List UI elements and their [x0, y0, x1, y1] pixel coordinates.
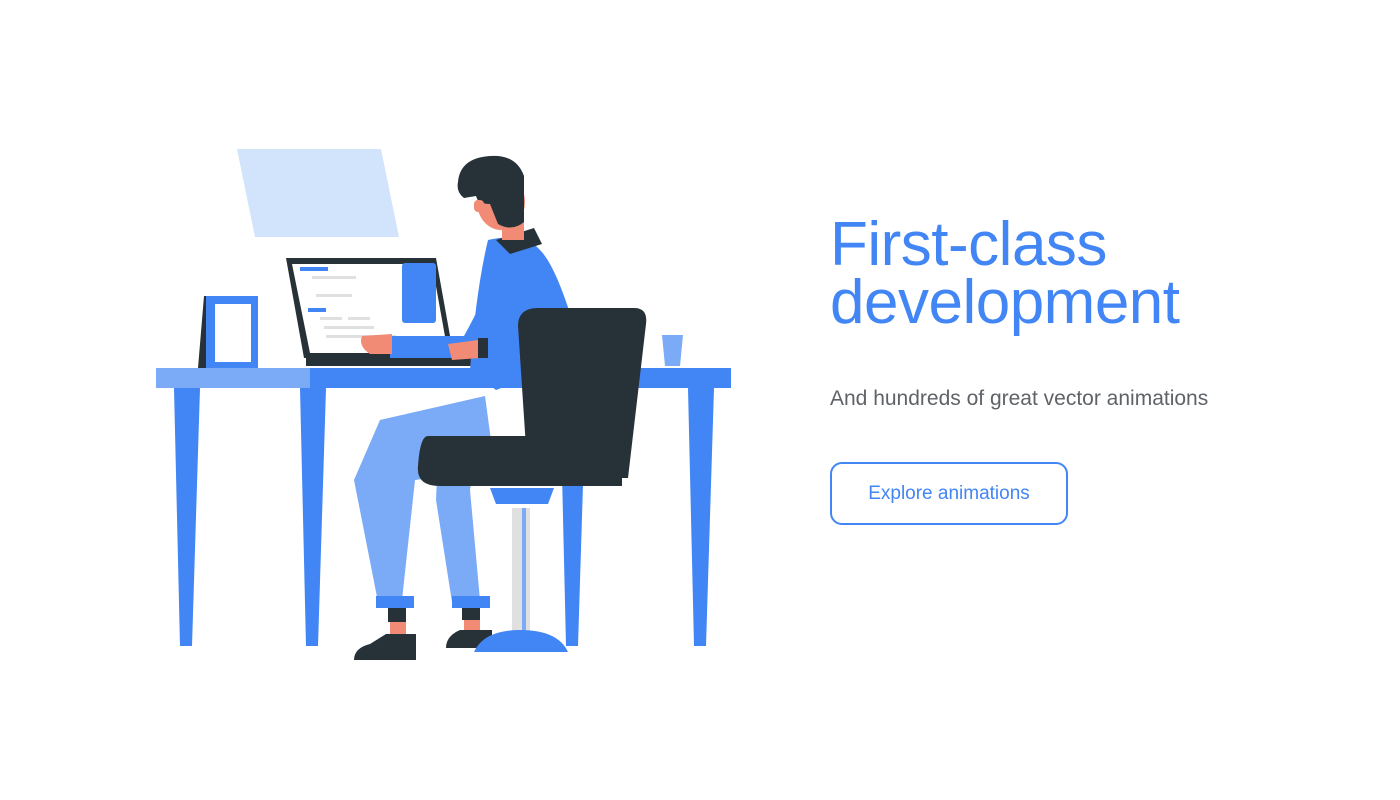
floating-screen-panel [237, 149, 399, 237]
code-line [312, 276, 356, 279]
sock [462, 608, 480, 620]
shoe [354, 634, 416, 660]
person-ear [474, 200, 484, 212]
hero-title: First-class development [830, 210, 1350, 337]
code-line [316, 294, 352, 297]
explore-animations-button[interactable]: Explore animations [830, 462, 1068, 525]
chair-pole [512, 508, 530, 632]
sock [388, 608, 406, 622]
chair-seat [417, 436, 622, 486]
laptop-base [306, 358, 496, 366]
picture-frame-inner [215, 304, 251, 362]
hero-title-line: First-class [830, 210, 1107, 279]
laptop-screen-highlight [402, 263, 436, 323]
code-line [300, 267, 328, 271]
developer-at-desk-illustration [140, 140, 760, 680]
ankle [390, 622, 406, 634]
ankle [464, 620, 480, 630]
trouser-cuff [376, 596, 414, 608]
hero-section: First-class development And hundreds of … [830, 210, 1350, 525]
landing-page: First-class development And hundreds of … [0, 0, 1400, 800]
code-line [348, 317, 370, 320]
desk-leg [300, 388, 326, 646]
hero-title-line: development [830, 268, 1180, 337]
desk-top-left [156, 368, 310, 388]
hero-subtitle: And hundreds of great vector animations [830, 387, 1209, 410]
desk-leg [688, 388, 714, 646]
chair-mount [490, 488, 554, 504]
cup [662, 335, 683, 366]
sleeve-cuff [478, 338, 488, 358]
trouser-cuff [452, 596, 490, 608]
code-line [308, 308, 326, 312]
chair-pole-accent [522, 508, 526, 632]
code-line [320, 317, 342, 320]
desk-leg [174, 388, 200, 646]
code-line [324, 326, 374, 329]
